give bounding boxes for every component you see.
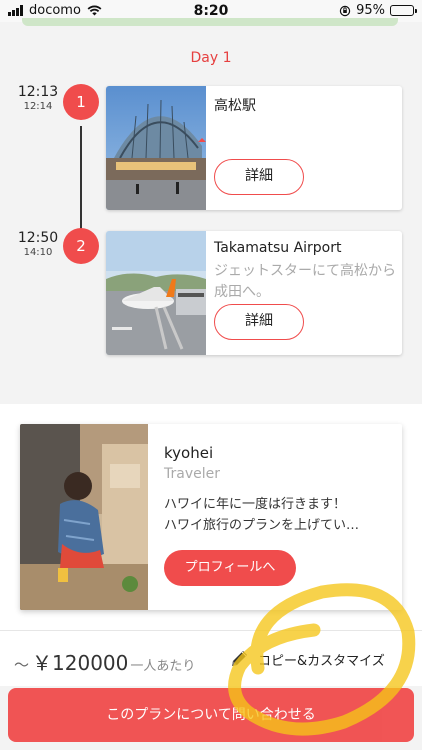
status-right: 95% [339,3,417,18]
arrival-time: 12:50 [17,230,59,246]
profile-bio: ハワイに年に一度は行きます！ ハワイ旅行のプランを上げてい… [164,497,360,533]
profile-name: kyohei [164,444,214,462]
profile-button[interactable]: プロフィールへ [164,550,296,586]
station-photo [106,86,206,210]
copy-customize-button[interactable]: コピー&カスタマイズ [228,648,385,670]
pencil-icon [232,651,247,666]
orientation-lock-icon [339,5,351,16]
stop-time: 12:50 14:10 [14,230,62,258]
spot-card-takamatsu-airport[interactable]: Takamatsu Airport ジェットスターにて高松から成田へ。 詳細 [106,231,402,355]
contact-button[interactable]: このプランについて問い合わせる [8,688,414,742]
profile-card[interactable]: kyohei Traveler ハワイに年に一度は行きます！ ハワイ旅行のプラン… [20,424,402,610]
airport-photo [106,231,206,355]
price-per-person: 一人あたり [130,659,196,674]
detail-button[interactable]: 詳細 [214,304,304,340]
price-display: ～ ￥120000 一人あたり [14,647,195,676]
day-label: Day 1 [190,50,232,66]
price-bar: ～ ￥120000 一人あたり コピー&カスタマイズ [0,630,422,686]
map-preview[interactable] [22,18,398,26]
stop-time: 12:13 12:14 [14,84,62,112]
price-tilde: ～ [14,656,30,674]
price-value: ￥120000 [32,651,129,675]
detail-button[interactable]: 詳細 [214,159,304,195]
departure-time: 12:14 [23,101,53,112]
battery-percent: 95% [356,3,385,18]
stop-number-badge: 1 [63,84,99,120]
spot-title: Takamatsu Airport [214,240,342,256]
customize-label: コピー&カスタマイズ [258,653,385,669]
spot-card-takamatsu-station[interactable]: 高松駅 詳細 [106,86,402,210]
profile-section: kyohei Traveler ハワイに年に一度は行きます！ ハワイ旅行のプラン… [0,404,422,630]
arrival-time: 12:13 [17,84,59,100]
stop-number-badge: 2 [63,228,99,264]
spot-title: 高松駅 [214,98,256,114]
battery-icon [390,5,417,16]
day-itinerary: Day 1 12:13 12:14 1 高松駅 詳細 12:50 14:10 2… [0,26,422,396]
spot-description: ジェットスターにて高松から成田へ。 [214,263,396,300]
departure-time: 14:10 [23,247,53,258]
child-photo [20,424,148,610]
profile-role: Traveler [164,466,220,482]
